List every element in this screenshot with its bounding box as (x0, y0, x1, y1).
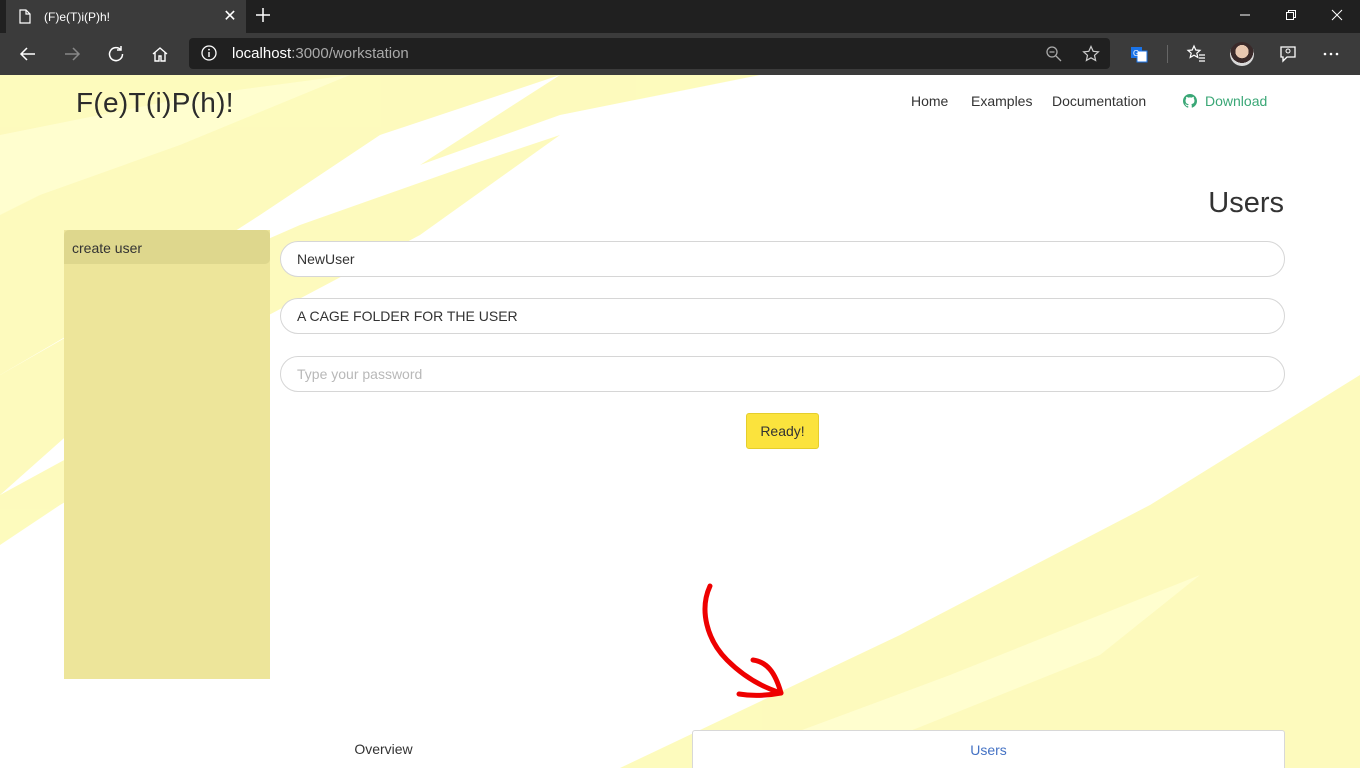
github-icon (1183, 94, 1197, 108)
close-tab-icon[interactable]: ✕ (222, 8, 238, 25)
translate-icon[interactable]: G (1124, 39, 1154, 69)
browser-tabstrip: (F)e(T)i(P)h! ✕ (0, 0, 1360, 33)
tab-users[interactable]: Users (692, 730, 1285, 768)
refresh-icon[interactable] (101, 39, 131, 69)
red-annotation-arrow (702, 583, 784, 698)
url-text: localhost:3000/workstation (232, 45, 409, 62)
nav-download-link[interactable]: Download (1183, 93, 1267, 109)
more-options-icon[interactable] (1316, 39, 1346, 69)
nav-examples-link[interactable]: Examples (971, 93, 1032, 109)
password-field[interactable]: Type your password (280, 356, 1285, 392)
restore-icon[interactable] (1268, 0, 1314, 30)
page-content: F(e)T(i)P(h)! Home Examples Documentatio… (0, 75, 1360, 768)
ready-button[interactable]: Ready! (746, 413, 819, 449)
zoom-icon[interactable] (1044, 44, 1064, 64)
back-icon[interactable] (13, 39, 43, 69)
tab-title: (F)e(T)i(P)h! (44, 9, 110, 24)
nav-home-link[interactable]: Home (911, 93, 948, 109)
close-window-icon[interactable] (1314, 0, 1360, 30)
favorites-icon[interactable] (1181, 39, 1211, 69)
svg-text:G: G (1133, 49, 1139, 58)
nav-documentation-link[interactable]: Documentation (1052, 93, 1146, 109)
feedback-icon[interactable] (1273, 39, 1303, 69)
site-info-icon[interactable] (201, 45, 217, 61)
download-label: Download (1205, 93, 1268, 109)
brand-logo[interactable]: F(e)T(i)P(h)! (76, 87, 234, 119)
page-icon (19, 9, 31, 24)
toolbar-divider (1167, 45, 1168, 63)
forward-icon[interactable] (57, 39, 87, 69)
sidebar: create user (64, 230, 270, 679)
page-title: Users (1208, 187, 1284, 219)
sidebar-item-create-user[interactable]: create user (64, 230, 270, 264)
browser-toolbar: localhost:3000/workstation G (0, 33, 1360, 75)
profile-avatar[interactable] (1230, 42, 1254, 66)
tab-overview[interactable]: Overview (75, 730, 692, 768)
folder-field[interactable]: A CAGE FOLDER FOR THE USER (280, 298, 1285, 334)
minimize-icon[interactable] (1222, 0, 1268, 30)
new-tab-icon[interactable] (252, 4, 274, 26)
browser-tab[interactable]: (F)e(T)i(P)h! ✕ (6, 0, 246, 33)
address-bar[interactable]: localhost:3000/workstation (189, 38, 1110, 69)
home-icon[interactable] (145, 39, 175, 69)
favorite-star-icon[interactable] (1081, 44, 1101, 64)
username-field[interactable]: NewUser (280, 241, 1285, 277)
